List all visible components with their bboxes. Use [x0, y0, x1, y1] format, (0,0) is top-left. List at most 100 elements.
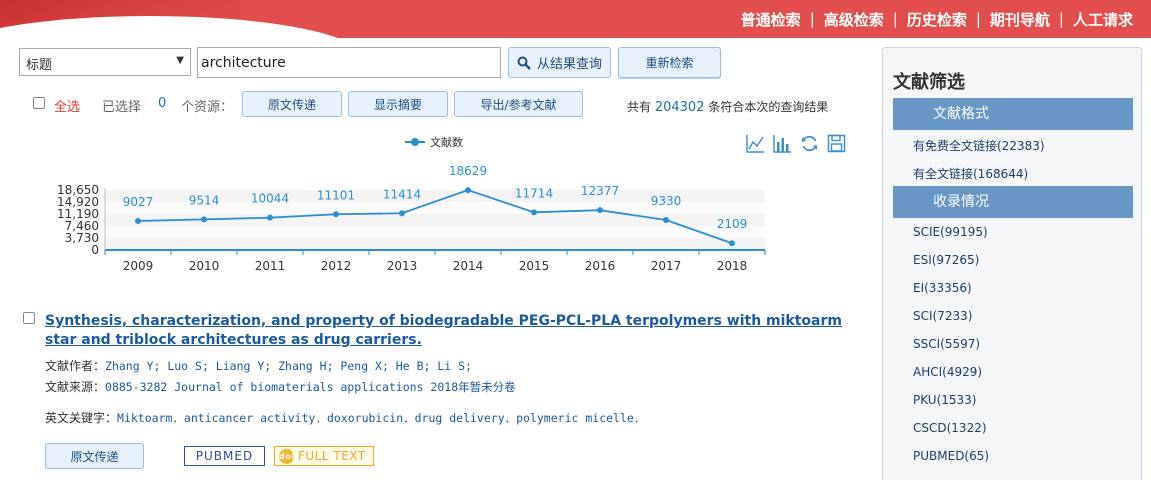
x-tick-label: 2018: [717, 259, 748, 273]
chart-grid-band: [105, 238, 765, 250]
authors-value[interactable]: Zhang Y; Luo S; Liang Y; Zhang H; Peng X…: [105, 359, 472, 373]
x-tick-label: 2013: [387, 259, 418, 273]
data-label: 18629: [449, 164, 487, 178]
line-chart-icon[interactable]: [746, 134, 765, 153]
export-citation-button[interactable]: 导出/参考文献: [454, 91, 583, 117]
x-tick-label: 2011: [255, 259, 286, 273]
bar-chart-icon[interactable]: [773, 134, 792, 153]
nav-manual-request[interactable]: 人工请求: [1073, 9, 1133, 30]
nav-separator: |: [892, 10, 898, 28]
x-tick-label: 2014: [453, 259, 484, 273]
reset-search-button[interactable]: 重新检索: [618, 47, 721, 78]
source-value[interactable]: 0885-3282 Journal of biomaterials applic…: [105, 380, 516, 394]
index-section-header[interactable]: 收录情况: [893, 186, 1133, 218]
filter-pubmed[interactable]: PUBMED(65): [913, 449, 989, 463]
data-label: 9027: [123, 195, 154, 209]
data-label: 11414: [383, 187, 421, 201]
x-tick-label: 2017: [651, 259, 682, 273]
filter-cscd[interactable]: CSCD(1322): [913, 421, 987, 435]
authors-label: 文献作者：: [45, 359, 106, 373]
source-label: 文献来源：: [45, 380, 106, 394]
search-in-results-label: 从结果查询: [536, 57, 602, 72]
refresh-icon[interactable]: [800, 134, 819, 153]
full-text-link[interactable]: doi FULL TEXT: [274, 446, 374, 466]
publication-trend-chart: 18,65014,92011,1907,4603,73002009 2010 201…: [57, 135, 766, 273]
data-point: [729, 240, 735, 247]
data-label: 12377: [581, 184, 619, 198]
nav-basic-search[interactable]: 普通检索: [741, 9, 801, 30]
result-source: 文献来源：0885-3282 Journal of biomaterials a…: [45, 378, 516, 395]
x-tick-label: 2016: [585, 259, 616, 273]
nav-journal-navigation[interactable]: 期刊导航: [990, 9, 1050, 30]
data-point: [267, 214, 273, 221]
save-image-icon[interactable]: [827, 134, 846, 153]
result-authors: 文献作者：Zhang Y; Luo S; Liang Y; Zhang H; P…: [45, 357, 472, 374]
result-title-link[interactable]: Synthesis, characterization, and propert…: [45, 312, 845, 350]
search-input[interactable]: [197, 47, 501, 78]
result-total-prefix: 共有: [627, 100, 652, 114]
x-tick-label: 2009: [123, 259, 154, 273]
nav-advanced-search[interactable]: 高级检索: [824, 9, 884, 30]
x-tick-label: 2012: [321, 259, 352, 273]
legend-label: 文献数: [430, 135, 463, 149]
x-tick-label: 2010: [189, 259, 220, 273]
data-point: [663, 216, 669, 223]
search-field-select[interactable]: 标题 ▼: [19, 48, 191, 76]
data-label: 9330: [651, 194, 682, 208]
data-label: 9514: [189, 193, 220, 207]
pubmed-link[interactable]: PUBMED: [184, 446, 265, 466]
legend-marker: [411, 138, 419, 146]
keywords-label: 英文关键字：: [45, 411, 118, 425]
result-checkbox[interactable]: [23, 312, 35, 324]
select-all-checkbox[interactable]: [33, 97, 45, 109]
data-label: 11714: [515, 186, 553, 200]
y-tick-label: 0: [91, 243, 99, 257]
filter-fulltext[interactable]: 有全文链接(168644): [913, 165, 1028, 182]
sidebar-title: 文献筛选: [893, 72, 965, 93]
filter-free-fulltext[interactable]: 有免费全文链接(22383): [913, 137, 1045, 154]
filter-scie[interactable]: SCIE(99195): [913, 225, 988, 239]
result-summary: 共有 204302 条符合本次的查询结果: [627, 98, 828, 115]
data-label: 11101: [317, 188, 355, 202]
page: 普通检索 | 高级检索 | 历史检索 | 期刊导航 | 人工请求 标题 ▼ 从结…: [0, 0, 1151, 480]
filter-esi[interactable]: ESI(97265): [913, 253, 979, 267]
format-section-header[interactable]: 文献格式: [893, 98, 1133, 130]
x-tick-label: 2015: [519, 259, 550, 273]
nav-separator: |: [975, 10, 981, 28]
data-point: [399, 210, 405, 217]
top-nav: 普通检索 | 高级检索 | 历史检索 | 期刊导航 | 人工请求: [741, 0, 1133, 38]
nav-history-search[interactable]: 历史检索: [907, 9, 967, 30]
data-point: [597, 207, 603, 214]
select-all-label[interactable]: 全选: [54, 96, 80, 115]
search-in-results-button[interactable]: 从结果查询: [508, 47, 611, 78]
dropdown-arrow-icon: ▼: [176, 55, 184, 66]
result-delivery-button[interactable]: 原文传递: [45, 443, 144, 469]
resources-label: 个资源：: [181, 100, 234, 115]
filter-pku[interactable]: PKU(1533): [913, 393, 976, 407]
keywords-value[interactable]: Miktoarm．anticancer activity．doxorubicin…: [117, 411, 645, 425]
search-icon: [517, 56, 531, 70]
filter-sci[interactable]: SCI(7233): [913, 309, 972, 323]
selected-label: 已选择: [102, 100, 142, 115]
search-field-value: 标题: [26, 58, 53, 73]
top-bar: 普通检索 | 高级检索 | 历史检索 | 期刊导航 | 人工请求: [0, 0, 1151, 38]
show-abstract-button[interactable]: 显示摘要: [348, 91, 448, 117]
selected-count: 0: [158, 96, 167, 111]
doi-icon: doi: [279, 448, 294, 464]
full-text-label: FULL TEXT: [298, 449, 366, 463]
data-point: [135, 217, 141, 224]
data-point: [201, 216, 207, 223]
filter-sidebar: 文献筛选 文献格式 有免费全文链接(22383) 有全文链接(168644) 收…: [882, 47, 1142, 480]
data-point: [465, 187, 471, 194]
chart-grid-band: [105, 226, 765, 238]
document-delivery-button[interactable]: 原文传递: [242, 91, 342, 117]
data-label: 2109: [717, 217, 748, 231]
filter-ssci[interactable]: SSCI(5597): [913, 337, 980, 351]
filter-ei[interactable]: EI(33356): [913, 281, 972, 295]
data-point: [531, 209, 537, 216]
result-keywords: 英文关键字：Miktoarm．anticancer activity．doxor…: [45, 409, 645, 426]
result-total-count: 204302: [654, 100, 705, 115]
filter-ahci[interactable]: AHCI(4929): [913, 365, 982, 379]
nav-separator: |: [1058, 10, 1064, 28]
data-point: [333, 211, 339, 218]
